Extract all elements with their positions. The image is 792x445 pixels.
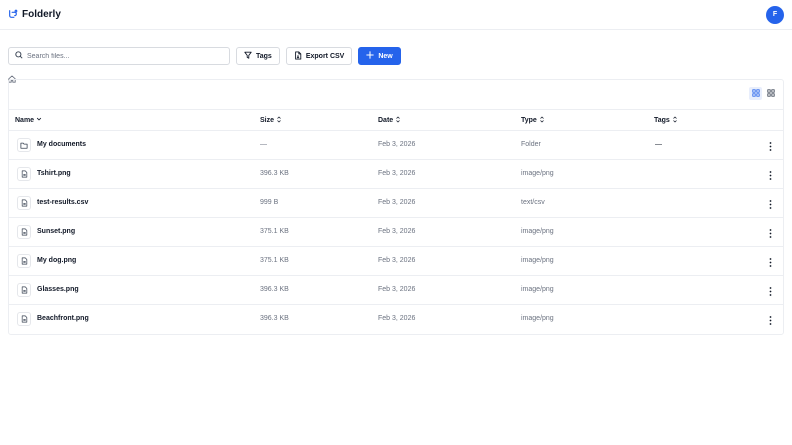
table-row[interactable]: My dog.png 375.1 KB Feb 3, 2026 image/pn…	[9, 247, 783, 276]
tags-button-label: Tags	[256, 52, 272, 60]
file-date: Feb 3, 2026	[378, 286, 416, 293]
file-name[interactable]: My dog.png	[37, 257, 76, 264]
file-tags: —	[655, 141, 662, 148]
chevron-down-icon	[36, 116, 42, 124]
table-header: Name Size Date Type Tags	[9, 109, 783, 131]
file-size: 999 B	[260, 199, 279, 206]
search-input[interactable]	[27, 52, 223, 60]
file-size: 375.1 KB	[260, 228, 289, 235]
sort-icon	[276, 116, 282, 125]
table-row[interactable]: Beachfront.png 396.3 KB Feb 3, 2026 imag…	[9, 305, 783, 334]
file-type: image/png	[521, 315, 554, 322]
file-icon	[17, 312, 31, 326]
brand[interactable]: Folderly	[8, 9, 61, 21]
column-header-tags[interactable]: Tags	[654, 116, 678, 125]
column-header-date[interactable]: Date	[378, 116, 401, 125]
search-icon	[15, 51, 23, 61]
column-header-size[interactable]: Size	[260, 116, 282, 125]
column-header-label: Tags	[654, 117, 670, 124]
column-header-label: Name	[15, 116, 35, 124]
folder-icon	[17, 138, 31, 152]
search-box[interactable]	[8, 47, 230, 65]
file-date: Feb 3, 2026	[378, 170, 416, 177]
file-date: Feb 3, 2026	[378, 228, 416, 235]
file-icon	[17, 225, 31, 239]
export-csv-button[interactable]: Export CSV	[285, 47, 353, 65]
new-button-label: New	[378, 52, 393, 60]
file-size: 396.3 KB	[260, 286, 289, 293]
file-date: Feb 3, 2026	[378, 141, 416, 148]
column-header-label: Date	[378, 117, 394, 124]
top-bar: Folderly F	[0, 0, 792, 30]
file-size: 396.3 KB	[260, 315, 289, 322]
sort-icon	[539, 116, 545, 125]
file-date: Feb 3, 2026	[378, 257, 416, 264]
file-name[interactable]: Sunset.png	[37, 228, 75, 235]
file-name[interactable]: Glasses.png	[37, 286, 79, 293]
grid-icon	[766, 88, 775, 99]
table-row[interactable]: test-results.csv 999 B Feb 3, 2026 text/…	[9, 189, 783, 218]
logo-icon	[8, 9, 18, 21]
file-type: image/png	[521, 257, 554, 264]
file-icon	[17, 196, 31, 210]
file-size: 375.1 KB	[260, 257, 289, 264]
file-size: —	[260, 141, 267, 148]
file-type: image/png	[521, 286, 554, 293]
row-menu-icon[interactable]	[767, 140, 773, 152]
file-type: text/csv	[521, 199, 545, 206]
tags-filter-button[interactable]: Tags	[236, 47, 280, 65]
file-icon	[17, 283, 31, 297]
file-date: Feb 3, 2026	[378, 315, 416, 322]
export-button-label: Export CSV	[305, 52, 345, 60]
file-size: 396.3 KB	[260, 170, 289, 177]
file-type: Folder	[521, 141, 541, 148]
file-name[interactable]: Tshirt.png	[37, 170, 71, 177]
filter-icon	[244, 51, 252, 61]
file-date: Feb 3, 2026	[378, 199, 416, 206]
grid-view-button[interactable]	[764, 87, 777, 100]
list-view-button[interactable]	[749, 87, 762, 100]
avatar[interactable]: F	[766, 5, 784, 24]
column-header-name[interactable]: Name	[15, 116, 42, 124]
app-name: Folderly	[22, 9, 61, 20]
file-name[interactable]: test-results.csv	[37, 199, 88, 206]
toolbar: Tags Export CSV New	[0, 38, 792, 66]
file-type: image/png	[521, 170, 554, 177]
sort-icon	[672, 116, 678, 125]
table-row[interactable]: Tshirt.png 396.3 KB Feb 3, 2026 image/pn…	[9, 160, 783, 189]
row-menu-icon[interactable]	[767, 198, 773, 210]
row-menu-icon[interactable]	[767, 256, 773, 268]
new-button[interactable]: New	[358, 47, 401, 65]
table-row[interactable]: Sunset.png 375.1 KB Feb 3, 2026 image/pn…	[9, 218, 783, 247]
column-header-type[interactable]: Type	[521, 116, 545, 125]
file-icon	[17, 254, 31, 268]
view-switcher	[749, 87, 777, 100]
column-header-label: Type	[521, 117, 537, 124]
file-table-panel: Name Size Date Type Tags My documents — …	[8, 79, 784, 335]
file-type: image/png	[521, 228, 554, 235]
grid-small-icon	[751, 88, 760, 99]
table-row[interactable]: Glasses.png 396.3 KB Feb 3, 2026 image/p…	[9, 276, 783, 305]
file-name[interactable]: Beachfront.png	[37, 315, 89, 322]
row-menu-icon[interactable]	[767, 314, 773, 326]
table-row[interactable]: My documents — Feb 3, 2026 Folder —	[9, 131, 783, 160]
file-name[interactable]: My documents	[37, 141, 86, 148]
file-icon	[17, 167, 31, 181]
column-header-label: Size	[260, 117, 275, 124]
plus-icon	[366, 51, 375, 61]
row-menu-icon[interactable]	[767, 169, 773, 181]
row-menu-icon[interactable]	[767, 285, 773, 297]
row-menu-icon[interactable]	[767, 227, 773, 239]
sort-icon	[395, 116, 401, 125]
file-export-icon	[294, 50, 302, 62]
